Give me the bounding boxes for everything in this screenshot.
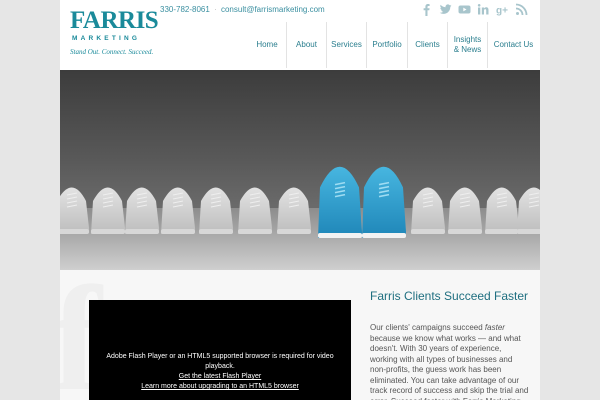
html5-browser-link[interactable]: Learn more about upgrading to an HTML5 b… bbox=[99, 382, 341, 392]
hero-shoes-illustration bbox=[60, 70, 540, 270]
logo[interactable]: FARRIS MARKETING Stand Out. Connect. Suc… bbox=[70, 7, 159, 64]
logo-tagline: Stand Out. Connect. Succeed. bbox=[70, 48, 154, 56]
site-header: FARRIS MARKETING Stand Out. Connect. Suc… bbox=[60, 0, 540, 70]
logo-word: FARRIS bbox=[70, 7, 159, 34]
twitter-icon[interactable] bbox=[439, 3, 452, 16]
flash-player-link[interactable]: Get the latest Flash Player bbox=[99, 372, 341, 382]
social-links: g+ bbox=[420, 3, 528, 16]
svg-text:g+: g+ bbox=[496, 6, 508, 17]
linkedin-icon[interactable] bbox=[477, 3, 490, 16]
youtube-icon[interactable] bbox=[458, 3, 471, 16]
section-text-rest: because we know what works — and what do… bbox=[370, 333, 529, 400]
rss-icon[interactable] bbox=[515, 3, 528, 16]
googleplus-icon[interactable]: g+ bbox=[496, 3, 509, 17]
separator: · bbox=[214, 5, 217, 14]
nav-home[interactable]: Home bbox=[248, 22, 286, 68]
logo-sub: MARKETING bbox=[72, 35, 141, 42]
section-heading: Farris Clients Succeed Faster bbox=[370, 289, 529, 303]
email-link[interactable]: consult@farrismarketing.com bbox=[221, 5, 325, 14]
phone-number[interactable]: 330-782-8061 bbox=[160, 5, 210, 14]
contact-info: 330-782-8061 · consult@farrismarketing.c… bbox=[160, 5, 325, 14]
facebook-icon[interactable] bbox=[420, 3, 433, 16]
nav-portfolio[interactable]: Portfolio bbox=[366, 22, 407, 68]
section-text-emphasis: faster bbox=[484, 323, 505, 332]
page: FARRIS MARKETING Stand Out. Connect. Suc… bbox=[60, 0, 540, 400]
hero-image bbox=[60, 70, 540, 270]
main-nav: Home About Services Portfolio Clients In… bbox=[248, 22, 539, 68]
nav-about[interactable]: About bbox=[286, 22, 326, 68]
section-text: Our clients' campaigns succeed faster be… bbox=[370, 323, 530, 400]
video-fallback: Adobe Flash Player or an HTML5 supported… bbox=[99, 352, 341, 392]
nav-clients[interactable]: Clients bbox=[407, 22, 447, 68]
nav-insights-news[interactable]: Insights & News bbox=[447, 22, 487, 68]
video-fallback-message: Adobe Flash Player or an HTML5 supported… bbox=[106, 353, 334, 370]
nav-contact-us[interactable]: Contact Us bbox=[487, 22, 539, 68]
nav-services[interactable]: Services bbox=[326, 22, 366, 68]
video-player[interactable]: Adobe Flash Player or an HTML5 supported… bbox=[89, 300, 351, 400]
section-text-start: Our clients' campaigns succeed bbox=[370, 323, 485, 332]
content-section: f Adobe Flash Player or an HTML5 support… bbox=[60, 264, 540, 400]
